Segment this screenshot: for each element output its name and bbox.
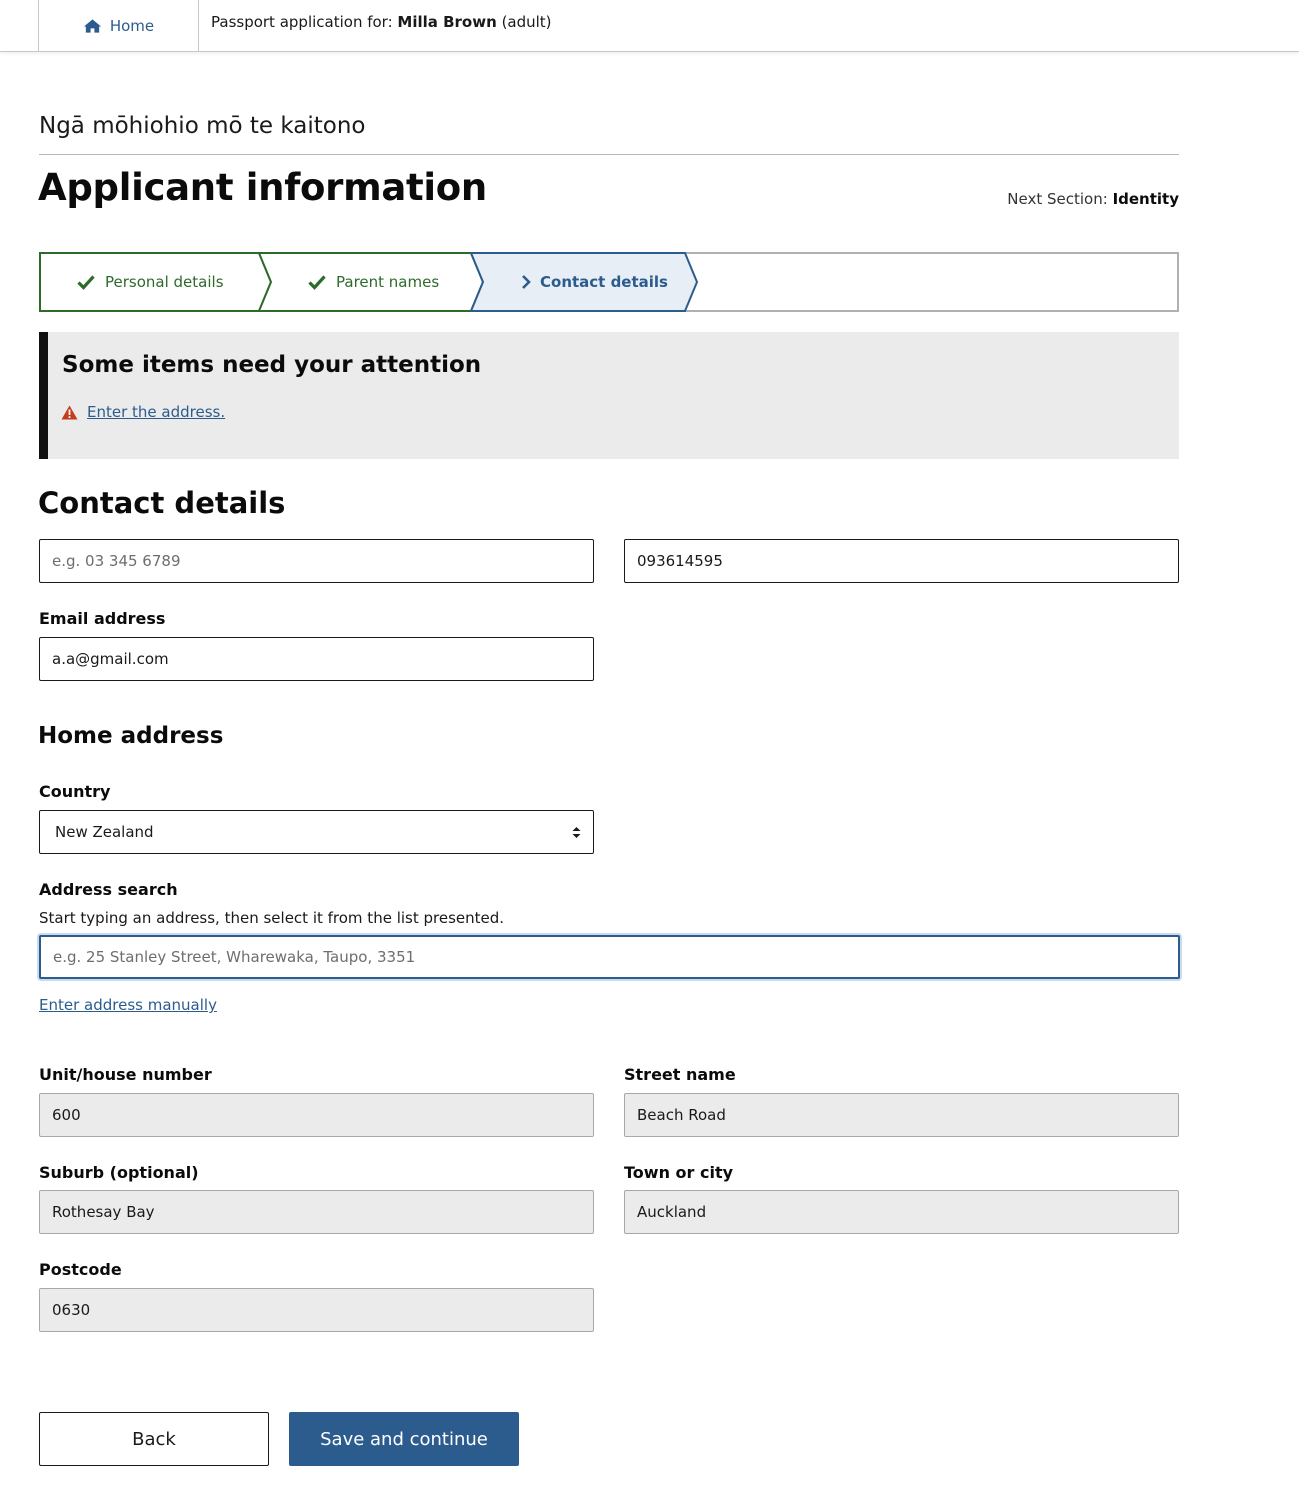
step-label: Contact details (540, 273, 668, 291)
country-label: Country (39, 782, 111, 801)
page-title: Applicant information (38, 166, 487, 209)
unit-input[interactable] (39, 1093, 594, 1137)
next-section: Next Section: Identity (1007, 190, 1179, 208)
progress-stepper: Personal details Parent names Contact de… (39, 252, 1179, 312)
applicant-type: (adult) (501, 13, 552, 31)
home-icon (83, 19, 101, 33)
next-section-name: Identity (1112, 190, 1179, 208)
home-link-label: Home (109, 17, 155, 35)
maori-page-title: Ngā mōhiohio mō te kaitono (39, 113, 366, 139)
address-search-hint: Start typing an address, then select it … (39, 909, 505, 927)
address-search-label: Address search (39, 880, 178, 899)
contact-details-title: Contact details (38, 486, 286, 520)
check-icon (308, 275, 326, 290)
country-select[interactable]: New Zealand (39, 810, 594, 854)
top-bar: Home Passport application for: Milla Bro… (0, 0, 1299, 52)
country-select-value: New Zealand (55, 823, 154, 841)
town-label: Town or city (624, 1163, 734, 1182)
select-arrows-icon (572, 827, 581, 838)
enter-address-manually-link[interactable]: Enter address manually (39, 996, 217, 1014)
step-personal-details[interactable]: Personal details (77, 254, 224, 310)
phone-secondary-input[interactable] (624, 539, 1179, 583)
applicant-name: Milla Brown (397, 13, 497, 31)
home-address-title: Home address (38, 723, 224, 749)
title-divider (39, 154, 1179, 155)
error-summary: Some items need your attention Enter the… (39, 332, 1179, 459)
back-button[interactable]: Back (39, 1412, 269, 1466)
error-summary-title: Some items need your attention (62, 352, 482, 378)
unit-label: Unit/house number (39, 1065, 212, 1084)
address-search-input[interactable] (39, 935, 1180, 979)
street-input[interactable] (624, 1093, 1179, 1137)
postcode-label: Postcode (39, 1260, 122, 1279)
warning-icon (61, 405, 78, 419)
step-label: Parent names (336, 273, 440, 291)
home-link[interactable]: Home (38, 0, 199, 52)
town-input[interactable] (624, 1190, 1179, 1234)
step-parent-names[interactable]: Parent names (308, 254, 439, 310)
phone-input[interactable] (39, 539, 594, 583)
error-summary-item: Enter the address. (61, 403, 225, 421)
email-input[interactable] (39, 637, 594, 681)
step-label: Personal details (105, 273, 224, 291)
postcode-input[interactable] (39, 1288, 594, 1332)
error-link-address[interactable]: Enter the address. (87, 403, 225, 421)
chevron-right-icon (522, 275, 531, 289)
suburb-label: Suburb (optional) (39, 1163, 199, 1182)
check-icon (77, 275, 95, 290)
step-contact-details[interactable]: Contact details (520, 254, 668, 310)
next-section-prefix: Next Section: (1007, 190, 1113, 208)
application-for: Passport application for: Milla Brown (a… (211, 13, 552, 31)
street-label: Street name (624, 1065, 736, 1084)
email-label: Email address (39, 609, 166, 628)
suburb-input[interactable] (39, 1190, 594, 1234)
application-prefix: Passport application for: (211, 13, 398, 31)
save-and-continue-button[interactable]: Save and continue (289, 1412, 519, 1466)
